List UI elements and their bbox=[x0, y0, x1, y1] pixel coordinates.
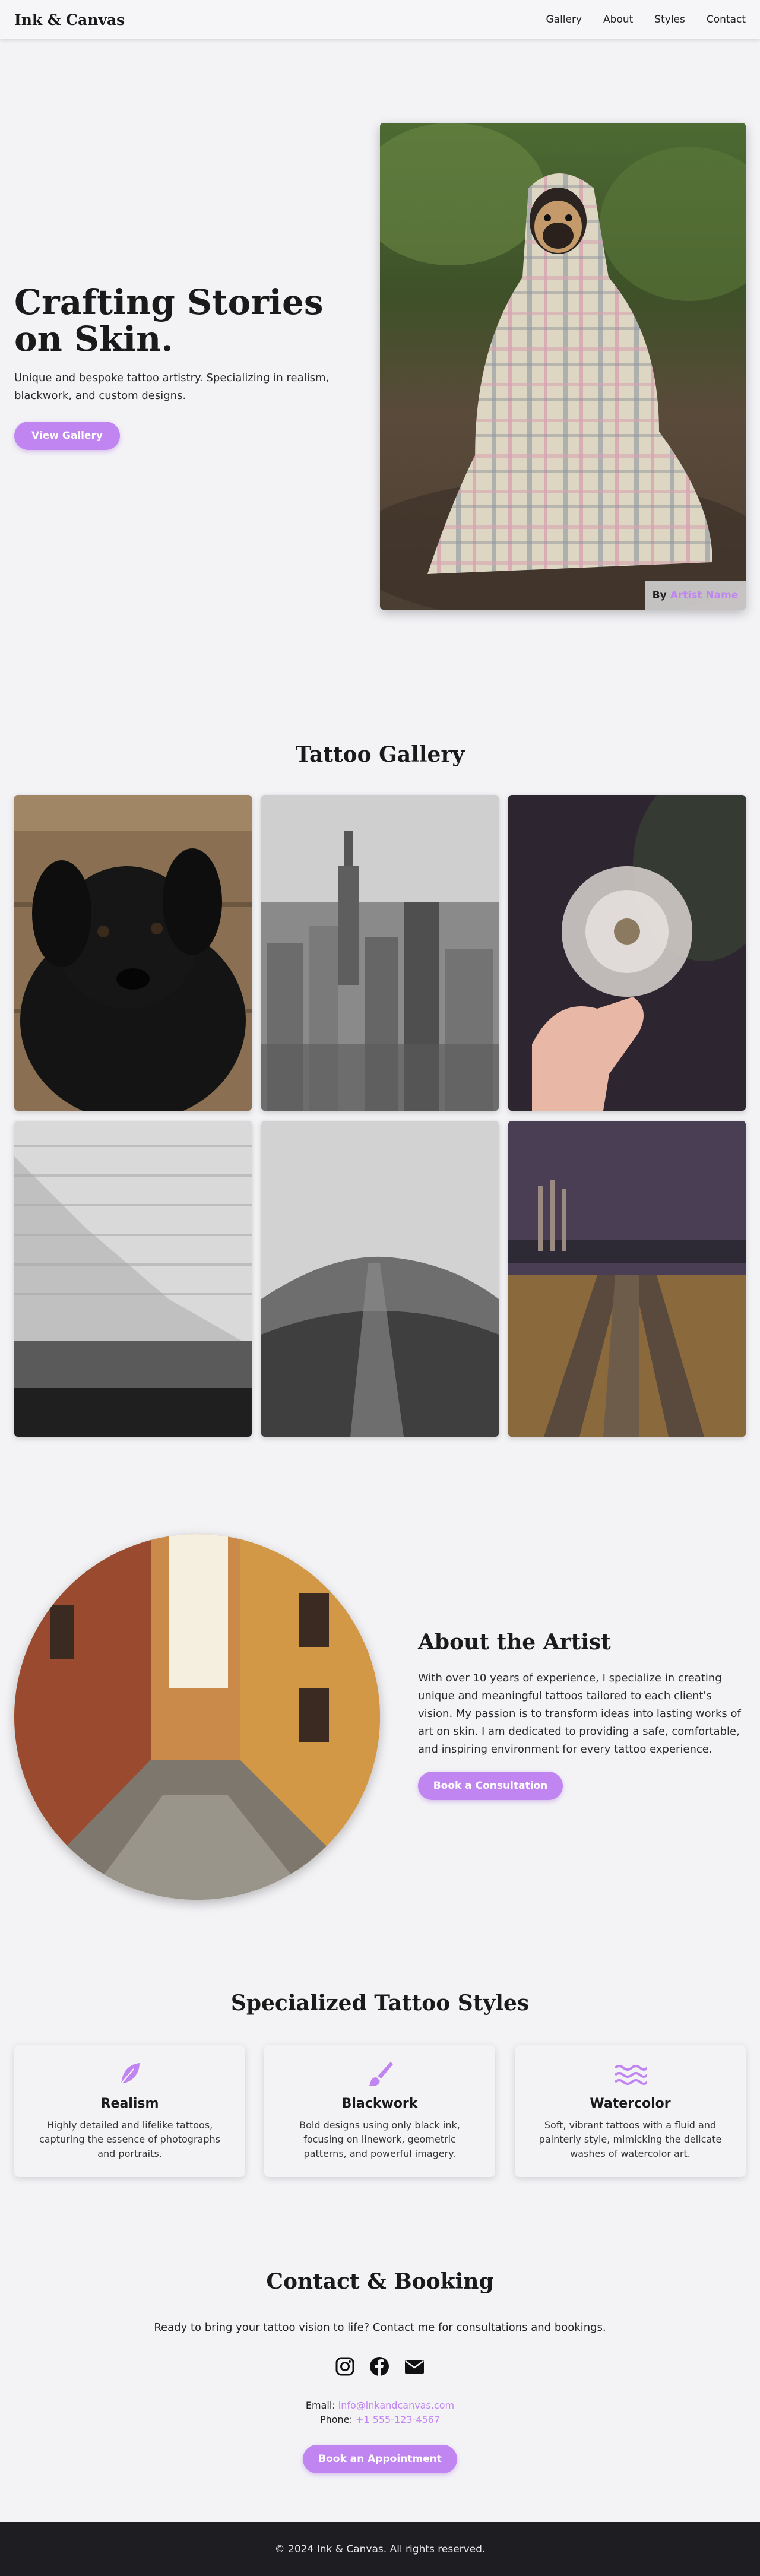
footer: © 2024 Ink & Canvas. All rights reserved… bbox=[0, 2522, 760, 2576]
contact-info: Email: info@inkandcanvas.com Phone: +1 5… bbox=[0, 2398, 760, 2427]
brush-icon bbox=[368, 2062, 393, 2087]
style-card-title: Realism bbox=[100, 2096, 159, 2111]
gallery-item-city[interactable] bbox=[261, 795, 499, 1111]
feather-icon bbox=[119, 2063, 140, 2085]
style-card-text: Bold designs using only black ink, focus… bbox=[299, 2119, 460, 2159]
top-nav: Ink & Canvas Gallery About Styles Contac… bbox=[0, 0, 760, 39]
water-icon bbox=[614, 2065, 648, 2085]
email-line: Email: info@inkandcanvas.com bbox=[0, 2398, 760, 2413]
gallery-item-railway[interactable] bbox=[508, 1121, 746, 1437]
about-image bbox=[14, 1534, 380, 1900]
nav-link-contact[interactable]: Contact bbox=[707, 14, 746, 26]
gallery-item-hill[interactable] bbox=[261, 1121, 499, 1437]
view-gallery-button[interactable]: View Gallery bbox=[14, 422, 120, 450]
style-card-title: Blackwork bbox=[341, 2096, 418, 2111]
facebook-icon[interactable] bbox=[369, 2356, 390, 2377]
phone-label: Phone: bbox=[319, 2414, 353, 2425]
hero-photo-pug bbox=[380, 123, 746, 610]
gallery-photo-wall bbox=[14, 1121, 252, 1437]
nav-links: Gallery About Styles Contact bbox=[546, 14, 746, 26]
hero-subtitle: Unique and bespoke tattoo artistry. Spec… bbox=[14, 372, 330, 402]
contact-text: Ready to bring your tattoo vision to lif… bbox=[154, 2321, 606, 2334]
credit-by-label: By bbox=[652, 590, 667, 601]
contact-title: Contact & Booking bbox=[266, 2269, 494, 2294]
style-card-realism: Realism Highly detailed and lifelike tat… bbox=[14, 2045, 245, 2177]
style-card-watercolor: Watercolor Soft, vibrant tattoos with a … bbox=[515, 2045, 746, 2177]
hero-image: By Artist Name bbox=[380, 123, 746, 610]
gallery-photo-dandelion bbox=[508, 795, 746, 1111]
styles-title: Specialized Tattoo Styles bbox=[230, 1991, 530, 2016]
email-label: Email: bbox=[305, 2400, 335, 2411]
nav-link-about[interactable]: About bbox=[603, 14, 633, 26]
gallery-photo-puppy bbox=[14, 795, 252, 1111]
envelope-icon[interactable] bbox=[404, 2356, 425, 2377]
style-card-title: Watercolor bbox=[590, 2096, 671, 2111]
credit-artist-link[interactable]: Artist Name bbox=[670, 590, 739, 601]
book-appointment-button[interactable]: Book an Appointment bbox=[303, 2445, 457, 2473]
style-card-blackwork: Blackwork Bold designs using only black … bbox=[264, 2045, 495, 2177]
phone-line: Phone: +1 555-123-4567 bbox=[0, 2413, 760, 2427]
photo-credit: By Artist Name bbox=[645, 581, 746, 610]
nav-link-gallery[interactable]: Gallery bbox=[546, 14, 582, 26]
about-title: About the Artist bbox=[418, 1630, 611, 1655]
gallery-item-puppy[interactable] bbox=[14, 795, 252, 1111]
style-card-text: Highly detailed and lifelike tattoos, ca… bbox=[39, 2119, 220, 2159]
instagram-icon[interactable] bbox=[335, 2356, 355, 2377]
about-text: With over 10 years of experience, I spec… bbox=[418, 1672, 741, 1756]
email-link[interactable]: info@inkandcanvas.com bbox=[338, 2400, 454, 2411]
gallery-item-dandelion[interactable] bbox=[508, 795, 746, 1111]
nav-link-styles[interactable]: Styles bbox=[654, 14, 685, 26]
style-card-text: Soft, vibrant tattoos with a fluid and p… bbox=[539, 2119, 722, 2159]
gallery-item-wall[interactable] bbox=[14, 1121, 252, 1437]
gallery-title: Tattoo Gallery bbox=[295, 742, 465, 767]
social-links bbox=[0, 2356, 760, 2377]
gallery-photo-city bbox=[261, 795, 499, 1111]
gallery-photo-hill bbox=[261, 1121, 499, 1437]
about-photo-alley bbox=[14, 1534, 380, 1900]
hero-title: Crafting Stories on Skin. bbox=[14, 282, 324, 359]
book-consultation-button[interactable]: Book a Consultation bbox=[418, 1772, 563, 1800]
phone-link[interactable]: +1 555-123-4567 bbox=[356, 2414, 440, 2425]
gallery-photo-railway bbox=[508, 1121, 746, 1437]
footer-copyright: © 2024 Ink & Canvas. All rights reserved… bbox=[274, 2543, 486, 2555]
brand-logo[interactable]: Ink & Canvas bbox=[14, 11, 125, 28]
